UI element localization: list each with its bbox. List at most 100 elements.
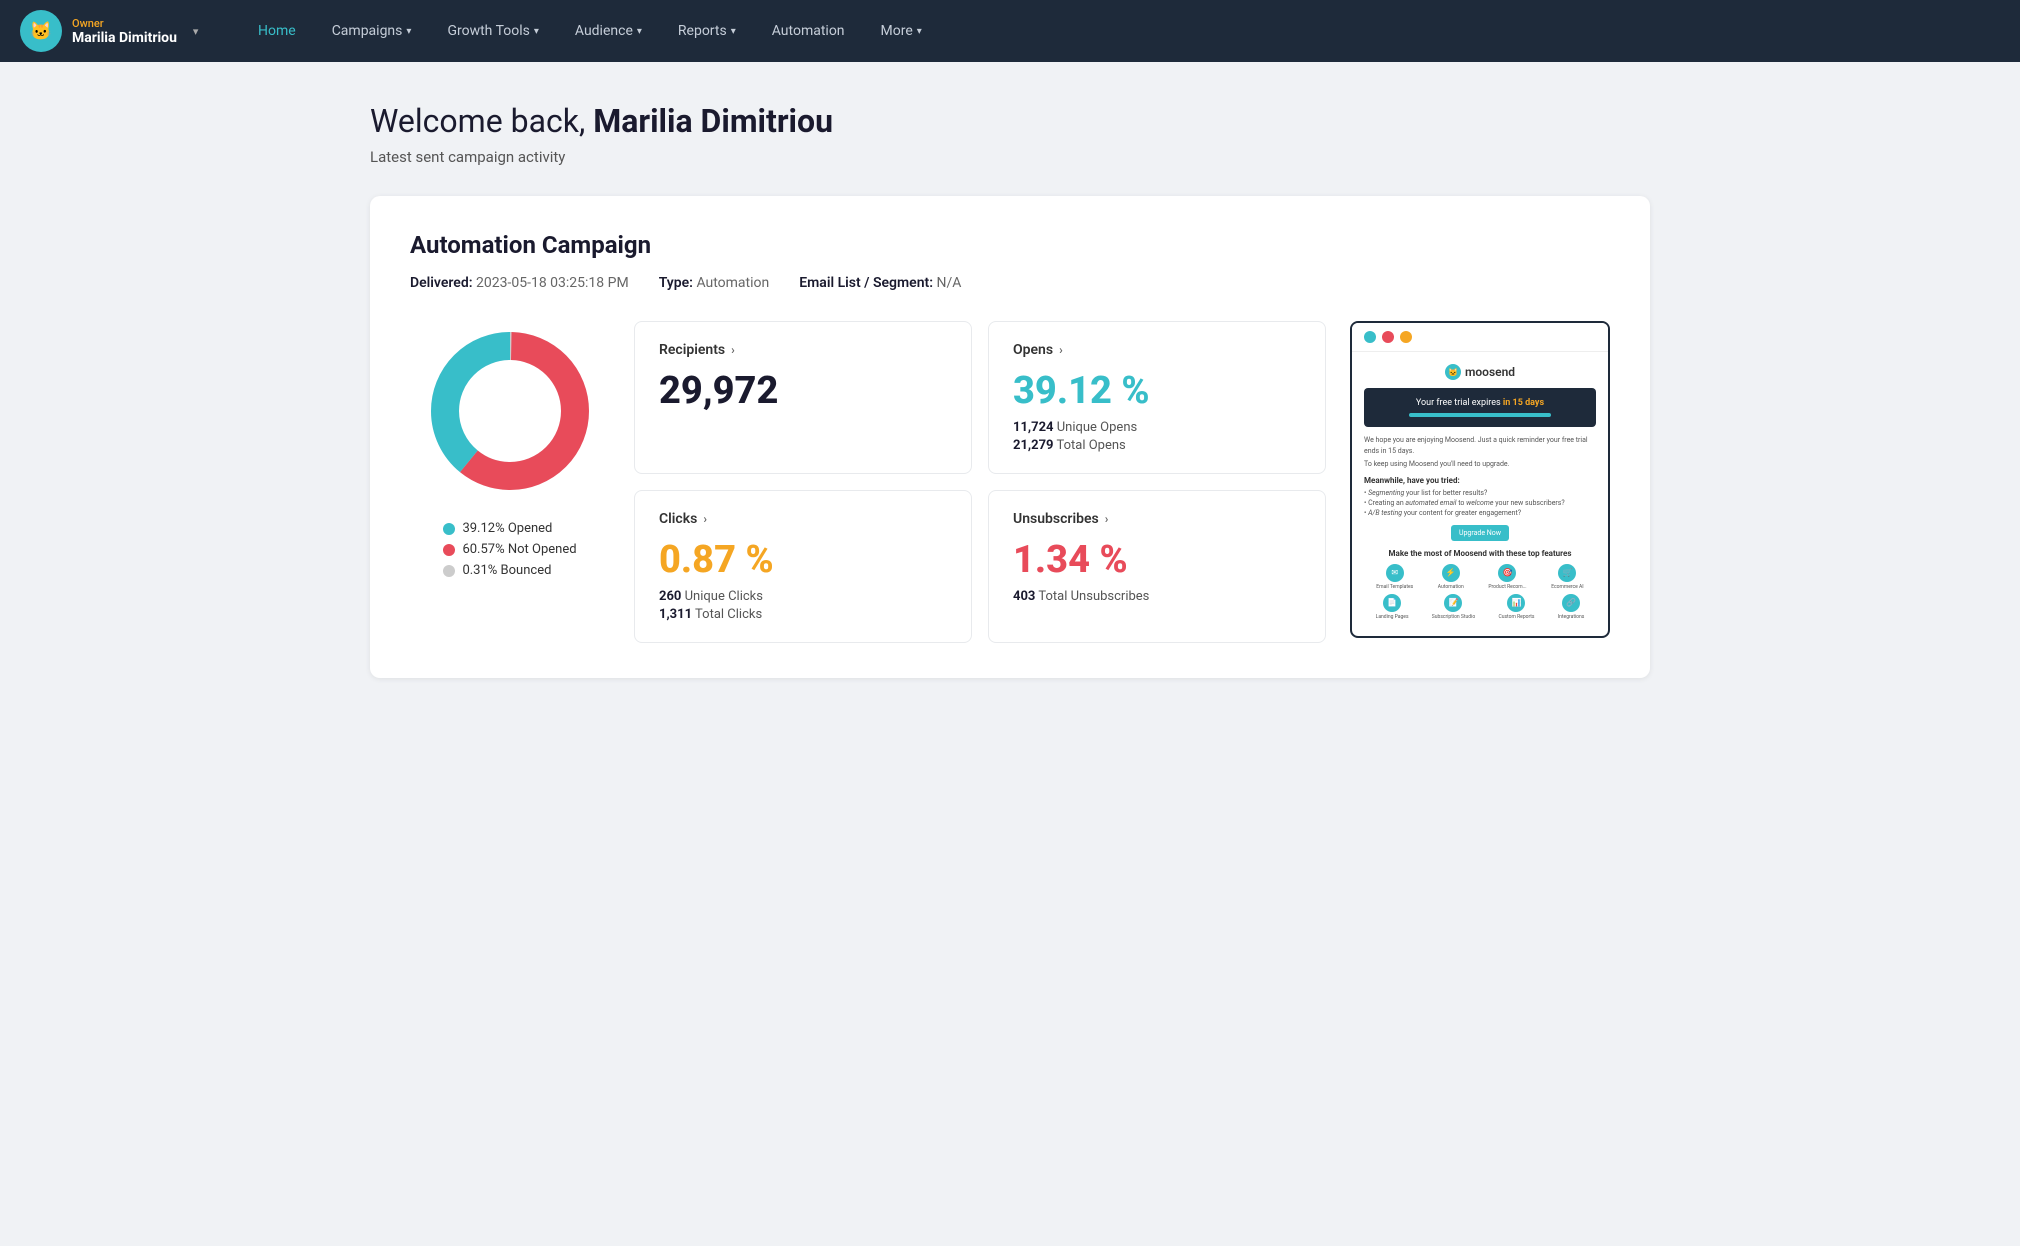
chart-legend: 39.12% Opened 60.57% Not Opened 0.31% Bo… — [443, 521, 576, 578]
owner-label: Owner — [72, 17, 177, 30]
stat-card-header-opens: Opens › — [1013, 342, 1301, 358]
stat-details-clicks: 260 Unique Clicks 1,311 Total Clicks — [659, 589, 947, 622]
window-dot-red — [1382, 331, 1394, 343]
stat-unique-opens: 11,724 Unique Opens — [1013, 420, 1301, 435]
email-templates-icon: ✉ — [1386, 564, 1404, 582]
nav-link-home[interactable]: Home — [240, 0, 314, 62]
chevron-right-icon[interactable]: › — [731, 343, 735, 357]
legend-opened: 39.12% Opened — [443, 521, 576, 536]
email-bullet-2: • Creating an automated email to welcome… — [1364, 499, 1596, 507]
stat-pct-unsubscribes: 1.34 % — [1013, 541, 1301, 579]
email-icons-row-1: ✉ Email Templates ⚡ Automation 🎯 Product… — [1364, 564, 1596, 590]
email-bullet-1: • Segmenting your list for better result… — [1364, 489, 1596, 497]
automation-icon: ⚡ — [1442, 564, 1460, 582]
chevron-down-icon: ▾ — [917, 26, 922, 37]
nav-item-reports[interactable]: Reports ▾ — [660, 0, 754, 62]
nav-link-audience[interactable]: Audience ▾ — [557, 0, 660, 62]
email-scroll-area: 🐱 moosend Your free trial expires in 15 … — [1352, 352, 1608, 636]
email-preview-body: 🐱 moosend Your free trial expires in 15 … — [1352, 352, 1608, 636]
subscription-studio-icon: 📝 — [1444, 594, 1462, 612]
email-icon-landing: 📄 Landing Pages — [1376, 594, 1409, 620]
avatar: 🐱 — [20, 10, 62, 52]
chevron-down-icon: ▾ — [731, 26, 736, 37]
stats-area: 39.12% Opened 60.57% Not Opened 0.31% Bo… — [410, 321, 1610, 643]
email-icons-row-2: 📄 Landing Pages 📝 Subscription Studio 📊 … — [1364, 594, 1596, 620]
stat-card-opens: Opens › 39.12 % 11,724 Unique Opens 21,2… — [988, 321, 1326, 474]
email-icon-automation: ⚡ Automation — [1438, 564, 1464, 590]
nav-item-campaigns[interactable]: Campaigns ▾ — [314, 0, 430, 62]
email-banner: Your free trial expires in 15 days — [1364, 388, 1596, 427]
email-bullet-3: • A/B testing your content for greater e… — [1364, 509, 1596, 517]
nav-link-campaigns[interactable]: Campaigns ▾ — [314, 0, 430, 62]
nav-item-growth-tools[interactable]: Growth Tools ▾ — [429, 0, 556, 62]
email-progress-bar — [1409, 413, 1552, 417]
stat-total-clicks: 1,311 Total Clicks — [659, 607, 947, 622]
nav-item-automation[interactable]: Automation — [754, 0, 863, 62]
email-icon-ecommerce: 🛒 Ecommerce AI — [1551, 564, 1583, 590]
nav-item-audience[interactable]: Audience ▾ — [557, 0, 660, 62]
email-body-text: We hope you are enjoying Moosend. Just a… — [1364, 435, 1596, 470]
email-cta-button[interactable]: Upgrade Now — [1451, 525, 1509, 541]
nav-link-automation[interactable]: Automation — [754, 0, 863, 62]
email-list-meta: Email List / Segment: N/A — [799, 275, 961, 291]
legend-label-bounced: 0.31% Bounced — [462, 563, 551, 578]
email-preview: 🐱 moosend Your free trial expires in 15 … — [1350, 321, 1610, 638]
nav-link-growth-tools[interactable]: Growth Tools ▾ — [429, 0, 556, 62]
stats-grid: Recipients › 29,972 Opens › 39.12 % 11,7… — [634, 321, 1326, 643]
chevron-down-icon: ▾ — [637, 26, 642, 37]
product-recom-icon: 🎯 — [1498, 564, 1516, 582]
nav-brand[interactable]: 🐱 Owner Marilia Dimitriou ▾ — [20, 10, 220, 52]
nav-item-more[interactable]: More ▾ — [863, 0, 940, 62]
custom-reports-icon: 📊 — [1507, 594, 1525, 612]
stat-label-unsubscribes: Unsubscribes — [1013, 511, 1099, 527]
integrations-icon: 🔗 — [1562, 594, 1580, 612]
nav-item-home[interactable]: Home — [240, 0, 314, 62]
chevron-down-icon: ▾ — [534, 26, 539, 37]
chevron-down-icon: ▾ — [406, 26, 411, 37]
email-icon-subscription: 📝 Subscription Studio — [1432, 594, 1475, 620]
email-section-title: Meanwhile, have you tried: — [1364, 476, 1596, 485]
owner-dropdown-icon[interactable]: ▾ — [193, 25, 199, 38]
chevron-right-icon[interactable]: › — [1059, 343, 1063, 357]
stat-details-unsubscribes: 403 Total Unsubscribes — [1013, 589, 1301, 604]
email-preview-titlebar — [1352, 323, 1608, 352]
stat-card-unsubscribes: Unsubscribes › 1.34 % 403 Total Unsubscr… — [988, 490, 1326, 643]
email-icon-reports: 📊 Custom Reports — [1498, 594, 1534, 620]
donut-chart — [420, 321, 600, 501]
stat-pct-clicks: 0.87 % — [659, 541, 947, 579]
chevron-right-icon[interactable]: › — [1105, 512, 1109, 526]
email-icon-templates: ✉ Email Templates — [1376, 564, 1413, 590]
nav-link-reports[interactable]: Reports ▾ — [660, 0, 754, 62]
stat-card-recipients: Recipients › 29,972 — [634, 321, 972, 474]
chevron-right-icon[interactable]: › — [703, 512, 707, 526]
legend-label-not-opened: 60.57% Not Opened — [462, 542, 576, 557]
legend-not-opened: 60.57% Not Opened — [443, 542, 576, 557]
window-dot-teal — [1364, 331, 1376, 343]
email-features-title: Make the most of Moosend with these top … — [1364, 549, 1596, 558]
welcome-subtitle: Latest sent campaign activity — [370, 148, 1650, 166]
window-dot-yellow — [1400, 331, 1412, 343]
stat-value-recipients: 29,972 — [659, 372, 947, 410]
moosend-logo-icon: 🐱 — [1445, 364, 1461, 380]
delivered-meta: Delivered: 2023-05-18 03:25:18 PM — [410, 275, 629, 291]
nav-link-more[interactable]: More ▾ — [863, 0, 940, 62]
moosend-logo-text: moosend — [1465, 365, 1515, 379]
landing-pages-icon: 📄 — [1383, 594, 1401, 612]
ecommerce-icon: 🛒 — [1558, 564, 1576, 582]
stat-card-clicks: Clicks › 0.87 % 260 Unique Clicks 1,311 … — [634, 490, 972, 643]
legend-dot-opened — [443, 523, 455, 535]
stat-card-header-recipients: Recipients › — [659, 342, 947, 358]
stat-label-opens: Opens — [1013, 342, 1053, 358]
email-logo: 🐱 moosend — [1364, 364, 1596, 380]
stat-card-header-unsubscribes: Unsubscribes › — [1013, 511, 1301, 527]
stat-details-opens: 11,724 Unique Opens 21,279 Total Opens — [1013, 420, 1301, 453]
welcome-section: Welcome back, Marilia Dimitriou Latest s… — [370, 102, 1650, 166]
legend-dot-bounced — [443, 565, 455, 577]
stat-total-opens: 21,279 Total Opens — [1013, 438, 1301, 453]
campaign-meta: Delivered: 2023-05-18 03:25:18 PM Type: … — [410, 275, 1610, 291]
stat-card-header-clicks: Clicks › — [659, 511, 947, 527]
donut-chart-container: 39.12% Opened 60.57% Not Opened 0.31% Bo… — [410, 321, 610, 578]
stat-unique-clicks: 260 Unique Clicks — [659, 589, 947, 604]
type-meta: Type: Automation — [659, 275, 770, 291]
legend-label-opened: 39.12% Opened — [462, 521, 552, 536]
